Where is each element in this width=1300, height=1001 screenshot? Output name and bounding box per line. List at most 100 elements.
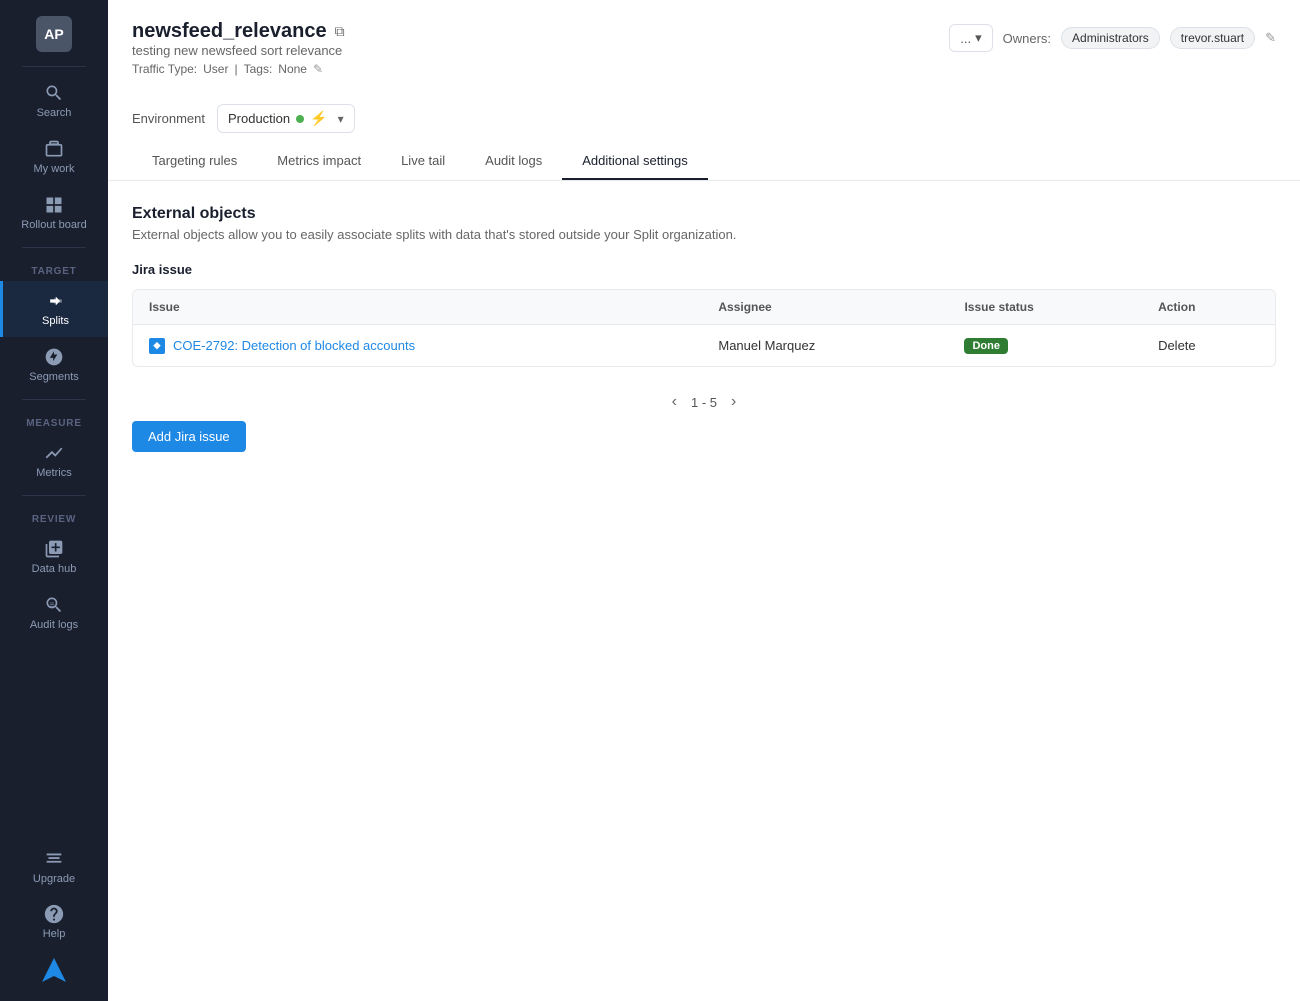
edit-tags-icon[interactable]: ✎: [313, 62, 323, 76]
divider-review: [22, 495, 87, 496]
tab-live-tail[interactable]: Live tail: [381, 143, 465, 180]
jira-issues-table: Issue Assignee Issue status Action ◆ COE…: [133, 290, 1275, 366]
assignee-cell: Manuel Marquez: [702, 325, 948, 367]
jira-issue-subtitle: Jira issue: [132, 262, 1276, 277]
environment-label: Environment: [132, 111, 205, 126]
sidebar-item-search[interactable]: Search: [0, 73, 108, 129]
sidebar-bottom: Upgrade Help: [0, 840, 108, 1001]
more-options-button[interactable]: ... ▾: [949, 24, 992, 52]
env-chevron-icon: ▾: [338, 112, 344, 126]
page-title: newsfeed_relevance: [132, 20, 327, 43]
external-objects-desc: External objects allow you to easily ass…: [132, 227, 1276, 242]
owner-administrators-badge[interactable]: Administrators: [1061, 27, 1160, 49]
sidebar-item-splits-label: Splits: [42, 315, 69, 327]
sidebar-item-upgrade[interactable]: Upgrade: [0, 840, 108, 893]
tags-label: Tags:: [244, 62, 273, 76]
sidebar-item-help-label: Help: [43, 928, 66, 940]
review-section-label: REVIEW: [32, 502, 76, 529]
table-header-row: Issue Assignee Issue status Action: [133, 290, 1275, 325]
jira-issues-table-wrap: Issue Assignee Issue status Action ◆ COE…: [132, 289, 1276, 367]
divider-top: [22, 66, 87, 67]
briefcase-icon: [44, 139, 64, 159]
page-header: newsfeed_relevance ⧉ testing new newsfee…: [108, 0, 1300, 181]
col-action: Action: [1142, 290, 1275, 325]
target-section-label: TARGET: [31, 254, 76, 281]
edit-owners-icon[interactable]: ✎: [1265, 30, 1276, 46]
grid-icon: [44, 195, 64, 215]
sidebar-item-upgrade-label: Upgrade: [33, 873, 75, 885]
meta-separator: |: [234, 62, 237, 76]
sidebar: AP Search My work Rollout board TARGET S…: [0, 0, 108, 1001]
jira-issue-cell: ◆ COE-2792: Detection of blocked account…: [149, 338, 686, 354]
env-name: Production: [228, 111, 290, 126]
sidebar-item-splits[interactable]: Splits: [0, 281, 108, 337]
owner-user-badge[interactable]: trevor.stuart: [1170, 27, 1255, 49]
copy-icon[interactable]: ⧉: [335, 23, 345, 40]
col-issue: Issue: [133, 290, 702, 325]
search-icon: [44, 83, 64, 103]
subtitle: testing new newsfeed sort relevance: [132, 43, 345, 58]
sidebar-item-metrics-label: Metrics: [36, 467, 71, 479]
env-status-dot: [296, 115, 304, 123]
sidebar-item-audit-logs[interactable]: Audit logs: [0, 585, 108, 641]
metrics-icon: [44, 443, 64, 463]
sidebar-item-data-hub[interactable]: Data hub: [0, 529, 108, 585]
environment-selector[interactable]: Production ⚡ ▾: [217, 104, 355, 133]
sidebar-item-metrics[interactable]: Metrics: [0, 433, 108, 489]
tab-additional-settings[interactable]: Additional settings: [562, 143, 708, 180]
issue-cell: ◆ COE-2792: Detection of blocked account…: [133, 325, 702, 367]
header-top: newsfeed_relevance ⧉ testing new newsfee…: [132, 20, 1276, 88]
pagination-prev-button[interactable]: ‹: [666, 391, 683, 413]
data-hub-icon: [44, 539, 64, 559]
jira-icon: ◆: [149, 338, 165, 354]
sidebar-item-my-work[interactable]: My work: [0, 129, 108, 185]
header-meta: Traffic Type: User | Tags: None ✎: [132, 62, 345, 76]
status-badge: Done: [964, 338, 1008, 354]
action-cell: Delete: [1142, 325, 1275, 367]
col-assignee: Assignee: [702, 290, 948, 325]
jira-issue-link[interactable]: COE-2792: Detection of blocked accounts: [173, 338, 415, 353]
upgrade-icon: [43, 848, 65, 870]
brand-logo: [38, 954, 70, 989]
splits-icon: [46, 291, 66, 311]
main-panel: External objects External objects allow …: [108, 181, 1300, 1001]
help-icon: [43, 903, 65, 925]
sidebar-item-rollout-board-label: Rollout board: [21, 219, 86, 231]
traffic-type-value: User: [203, 62, 228, 76]
main-content: newsfeed_relevance ⧉ testing new newsfee…: [108, 0, 1300, 1001]
tabs-bar: Targeting rules Metrics impact Live tail…: [132, 143, 1276, 180]
measure-section-label: MEASURE: [26, 406, 82, 433]
header-left: newsfeed_relevance ⧉ testing new newsfee…: [132, 20, 345, 88]
owners-label: Owners:: [1003, 31, 1051, 46]
sidebar-item-data-hub-label: Data hub: [32, 563, 77, 575]
table-row: ◆ COE-2792: Detection of blocked account…: [133, 325, 1275, 367]
audit-logs-icon: [44, 595, 64, 615]
sidebar-item-rollout-board[interactable]: Rollout board: [0, 185, 108, 241]
environment-bar: Environment Production ⚡ ▾: [132, 94, 1276, 133]
pagination: ‹ 1 - 5 ›: [132, 383, 1276, 421]
tab-metrics-impact[interactable]: Metrics impact: [257, 143, 381, 180]
avatar: AP: [36, 16, 72, 52]
tags-value: None: [278, 62, 307, 76]
segments-icon: [44, 347, 64, 367]
pagination-next-button[interactable]: ›: [725, 391, 742, 413]
title-row: newsfeed_relevance ⧉: [132, 20, 345, 43]
divider-target: [22, 247, 87, 248]
add-jira-issue-button[interactable]: Add Jira issue: [132, 421, 246, 452]
sidebar-item-help[interactable]: Help: [0, 895, 108, 948]
tab-targeting-rules[interactable]: Targeting rules: [132, 143, 257, 180]
header-right: ... ▾ Owners: Administrators trevor.stua…: [949, 24, 1276, 52]
sidebar-item-my-work-label: My work: [34, 163, 75, 175]
sidebar-item-segments-label: Segments: [29, 371, 79, 383]
external-objects-title: External objects: [132, 205, 1276, 223]
sidebar-item-search-label: Search: [37, 107, 72, 119]
brand-logo-icon: [38, 954, 70, 986]
pagination-info: 1 - 5: [691, 395, 717, 410]
more-options-chevron: ▾: [975, 30, 982, 46]
divider-measure: [22, 399, 87, 400]
sidebar-item-audit-logs-label: Audit logs: [30, 619, 78, 631]
sidebar-item-segments[interactable]: Segments: [0, 337, 108, 393]
tab-audit-logs[interactable]: Audit logs: [465, 143, 562, 180]
delete-button[interactable]: Delete: [1158, 338, 1196, 353]
env-warning-icon: ⚡: [310, 110, 327, 127]
